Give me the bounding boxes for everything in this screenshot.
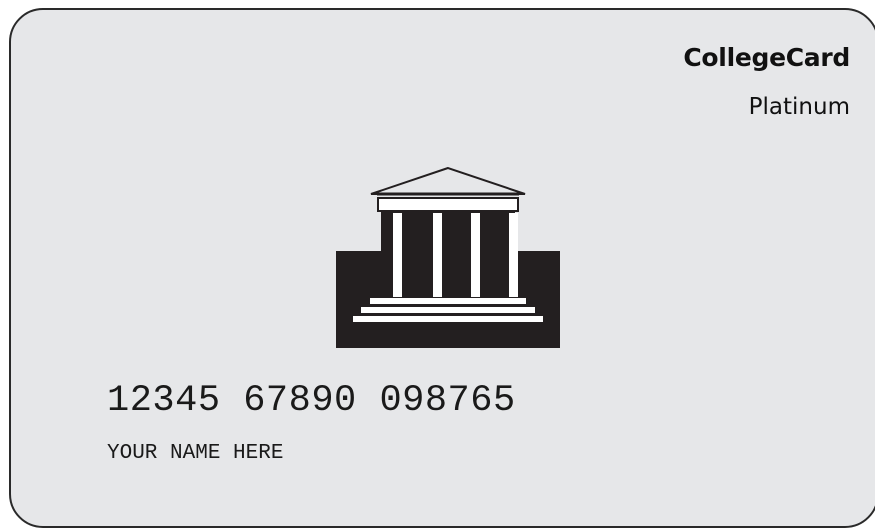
- cardholder-name: YOUR NAME HERE: [107, 442, 284, 465]
- card-brand: CollegeCard: [683, 43, 850, 72]
- bank-building-icon: [336, 166, 560, 348]
- card-tier: Platinum: [748, 94, 850, 120]
- credit-card: CollegeCard Platinum 12345 67890 098765 …: [9, 8, 875, 528]
- card-number: 12345 67890 098765: [107, 380, 516, 422]
